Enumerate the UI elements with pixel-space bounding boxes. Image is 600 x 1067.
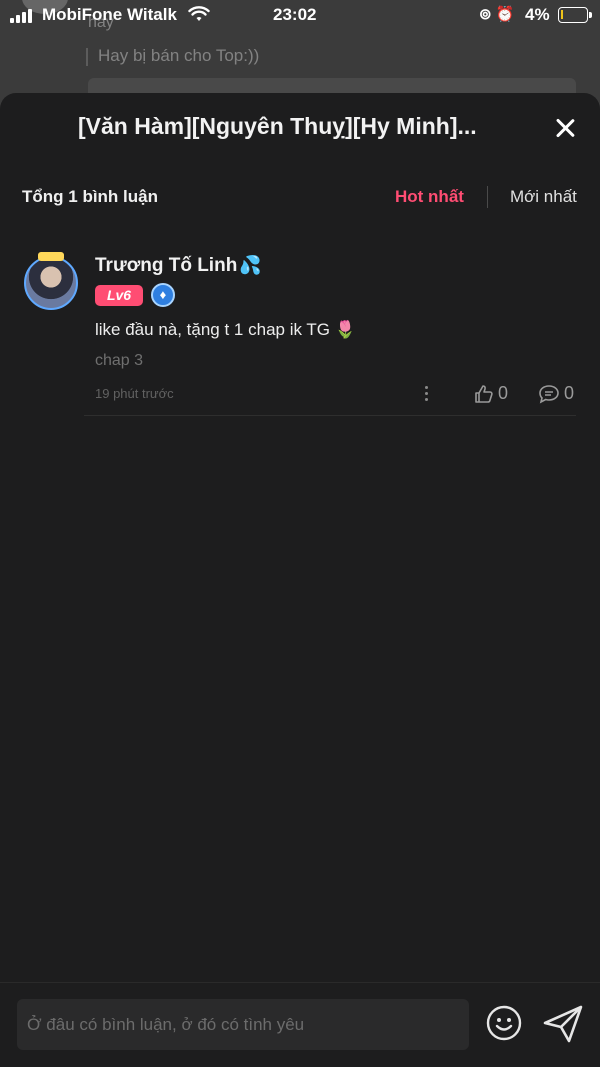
send-icon[interactable] xyxy=(543,1005,583,1043)
comment-text: like đầu nà, tặng t 1 chap ik TG 🌷 xyxy=(95,320,356,340)
clock: 23:02 xyxy=(273,5,317,24)
battery-percent: 4% xyxy=(525,5,550,24)
alarm-icon: ⏰ xyxy=(495,6,515,23)
close-icon[interactable] xyxy=(552,115,578,141)
avatar-frame-crown xyxy=(38,252,64,261)
wifi-icon xyxy=(188,6,210,21)
comment-username[interactable]: Trương Tố Linh 💦 xyxy=(95,255,262,277)
status-bar: MobiFone Witalk 23:02 ⊚ ⏰ 4% xyxy=(0,0,600,30)
signal-icon xyxy=(10,9,32,23)
comment-count: Tổng 1 bình luận xyxy=(22,187,158,206)
comment-timestamp: 19 phút trước xyxy=(95,386,174,401)
battery-icon xyxy=(558,7,592,23)
more-options-icon[interactable] xyxy=(424,386,430,402)
rank-badge-icon: ♦ xyxy=(151,283,175,307)
comment-chapter[interactable]: chap 3 xyxy=(95,352,143,370)
like-button[interactable]: 0 xyxy=(474,383,508,404)
composer-divider xyxy=(0,982,600,983)
comment-body: like đầu nà, tặng t 1 chap ik TG xyxy=(95,320,330,339)
reply-button[interactable]: 0 xyxy=(538,383,574,404)
comments-sheet: [Văn Hàm][Nguyên Thuỵ][Hy Minh]... Tổng … xyxy=(0,93,600,1067)
carrier-name: MobiFone Witalk xyxy=(42,5,177,24)
comment-divider xyxy=(84,415,576,416)
quote-bar xyxy=(86,48,88,66)
avatar[interactable] xyxy=(24,252,78,310)
smiley-icon[interactable] xyxy=(486,1005,522,1041)
reply-count: 0 xyxy=(564,383,575,403)
sort-divider xyxy=(487,186,488,208)
level-badge: Lv6 xyxy=(95,285,143,306)
sheet-title: [Văn Hàm][Nguyên Thuỵ][Hy Minh]... xyxy=(78,113,477,139)
orientation-lock-icon: ⊚ xyxy=(479,6,492,23)
tulip-emoji: 🌷 xyxy=(334,320,356,339)
username-text: Trương Tố Linh xyxy=(95,255,238,276)
sort-hot-tab[interactable]: Hot nhất xyxy=(395,187,464,207)
like-count: 0 xyxy=(498,383,509,403)
thumbs-up-icon xyxy=(475,384,493,403)
sweat-drops-emoji: 💦 xyxy=(239,255,262,275)
comment-input[interactable] xyxy=(17,999,469,1050)
background-comment: Hay bị bán cho Top:)) xyxy=(98,46,260,65)
sort-newest-tab[interactable]: Mới nhất xyxy=(510,187,577,207)
chat-bubble-icon xyxy=(539,384,559,404)
